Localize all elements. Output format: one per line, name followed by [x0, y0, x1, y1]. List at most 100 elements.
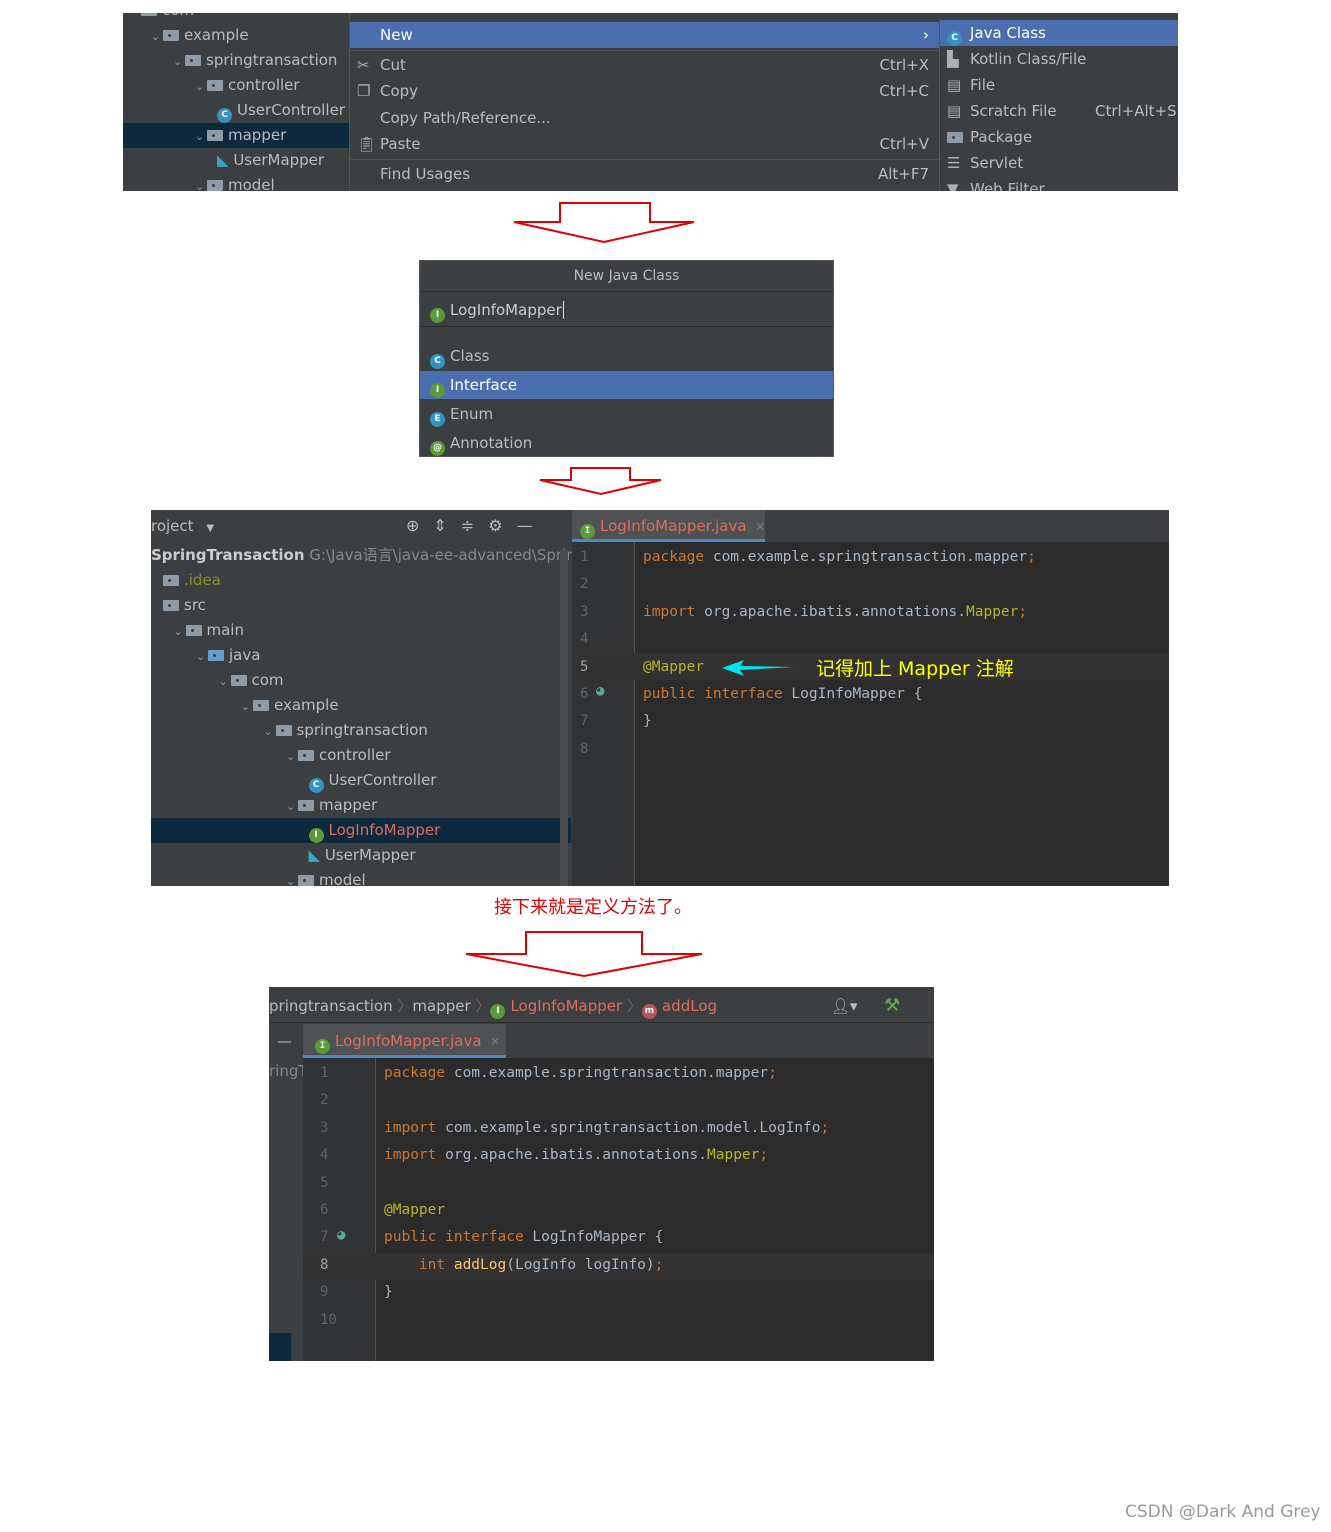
chevron-down-icon[interactable]: ⌄	[286, 869, 298, 886]
close-icon[interactable]: ×	[491, 1032, 500, 1050]
tab-loginfomapper[interactable]: I LogInfoMapper.java ×	[303, 1024, 506, 1058]
tree-item-label: model	[319, 871, 366, 886]
user-icon[interactable]: 👤︎▾	[831, 987, 858, 1025]
code-token: ;	[820, 1119, 830, 1136]
code-token: ;	[654, 1256, 664, 1273]
code-token: import	[643, 603, 696, 620]
code-token: Mapper	[707, 1147, 760, 1164]
code-line: package com.example.springtransaction.ma…	[643, 544, 1036, 571]
collapse-all-icon: ≑	[460, 516, 489, 535]
annotation-note: 记得加上 Mapper 注解	[816, 658, 1014, 680]
tree-item[interactable]: ⌄ model	[151, 868, 571, 886]
chevron-down-icon[interactable]: ⌄	[196, 644, 208, 669]
pointer-arrow	[722, 660, 794, 676]
kind-option-enum[interactable]: E Enum	[420, 400, 833, 428]
tree-scrollbar[interactable]	[560, 550, 568, 886]
editor: I LogInfoMapper.java × 1 package com.examp…	[303, 1024, 934, 1361]
tree-item[interactable]: ⌄ java	[151, 643, 571, 668]
kind-option-interface[interactable]: I Interface	[420, 371, 833, 399]
code-line: }	[384, 1279, 393, 1306]
code-token: Mapper	[966, 603, 1019, 620]
expand-all-icon: ⇕	[433, 516, 461, 535]
tree-item[interactable]: ⌄ springtransaction	[151, 718, 571, 743]
chevron-down-icon[interactable]: ⌄	[264, 719, 276, 744]
kind-option-class[interactable]: C Class	[420, 342, 833, 370]
folder-icon	[163, 600, 179, 611]
folder-icon	[230, 675, 247, 686]
tree-item-label: LogInfoMapper	[328, 821, 441, 839]
code-line: @Mapper	[384, 1197, 445, 1224]
down-arrow-2	[539, 467, 662, 496]
editor: I LogInfoMapper.java × 1 package com.examp…	[572, 510, 1169, 886]
tree-item[interactable]: ⌄ com	[151, 668, 571, 693]
code-token: ;	[768, 1065, 777, 1081]
line-number: 3	[320, 1119, 329, 1136]
line-number: 1	[320, 1065, 329, 1081]
interface-icon: I	[308, 828, 324, 843]
caption: 接下来就是定义方法了。	[494, 897, 692, 918]
chevron-down-icon[interactable]: ⌄	[286, 794, 298, 819]
code-area[interactable]: 1 package com.example.springtransaction.m…	[572, 544, 1169, 886]
project-tree: .idea src ⌄ main ⌄ java ⌄ com ⌄ example ⌄ springtra…	[151, 568, 571, 886]
toolbar-icons[interactable]: ⊕⇕≑⚙—	[406, 510, 547, 542]
watermark: CSDN @Dark And Grey	[1125, 1502, 1321, 1522]
project-root[interactable]: SpringTransaction G:\Java语言\java-ee-adva…	[151, 543, 594, 568]
line-number: 6	[320, 1202, 329, 1218]
tree-item[interactable]: C UserController	[151, 768, 571, 793]
tree-item[interactable]: I LogInfoMapper	[151, 818, 571, 843]
line-number: 5	[320, 1174, 329, 1191]
tree-item[interactable]: .idea	[151, 568, 571, 593]
dropdown-icon[interactable]: ▼	[206, 523, 214, 534]
tab-loginfomapper[interactable]: I LogInfoMapper.java ×	[572, 510, 765, 542]
tree-item[interactable]: ◣ UserMapper	[151, 843, 571, 868]
chevron-down-icon[interactable]: ⌄	[241, 694, 253, 719]
tree-item[interactable]: src	[151, 593, 571, 618]
code-token: com.example.springtransaction.mapper	[704, 549, 1028, 565]
code-token: com.example.springtransaction.mapper	[445, 1065, 769, 1081]
breadcrumb-item[interactable]: pringtransaction	[269, 997, 393, 1015]
line-number: 7	[580, 713, 589, 730]
code-token: public interface	[384, 1229, 524, 1246]
line-number: 2	[320, 1092, 329, 1109]
breadcrumb-item[interactable]: addLog	[662, 997, 717, 1015]
code-area[interactable]: 1 package com.example.springtransaction.m…	[303, 1060, 934, 1361]
tree-item[interactable]: ⌄ mapper	[151, 793, 571, 818]
folder-icon	[298, 750, 314, 761]
option-label: Annotation	[450, 434, 533, 452]
breadcrumb-item[interactable]: mapper	[412, 997, 470, 1015]
folder-icon	[298, 875, 314, 886]
code-line: }	[643, 708, 652, 735]
minimize-icon[interactable]: —	[277, 1024, 292, 1058]
code-token: @Mapper	[384, 1202, 446, 1218]
code-token: ;	[1018, 603, 1028, 620]
kind-option-annotation[interactable]: @ Annotation	[420, 429, 833, 456]
tree-item-label: UserController	[328, 771, 437, 789]
breadcrumb-item[interactable]: LogInfoMapper	[510, 997, 622, 1015]
project-view-label[interactable]: roject	[151, 517, 194, 535]
class-name-input[interactable]: I LogInfoMapper​	[420, 293, 833, 327]
code-token: LogInfoMapper {	[523, 1229, 664, 1246]
method-icon: m	[641, 1004, 657, 1019]
code-token: int	[384, 1256, 454, 1273]
interface-icon: I	[490, 1004, 506, 1019]
tree-item[interactable]: ⌄ example	[151, 693, 571, 718]
tree-item[interactable]: ⌄ main	[151, 618, 571, 643]
interface-icon: I	[430, 308, 445, 323]
tree-item-label: src	[184, 596, 206, 614]
line-number: 3	[580, 603, 589, 620]
tab-label: LogInfoMapper.java	[335, 1032, 482, 1050]
chevron-down-icon[interactable]: ⌄	[174, 619, 186, 644]
ide-window-2: pringtransaction 〉mapper 〉 I LogInfoMapper…	[269, 987, 934, 1361]
enum-icon: E	[430, 412, 445, 427]
close-icon[interactable]: ×	[756, 517, 765, 535]
new-java-class-dialog: New Java Class I LogInfoMapper​ C Class I In…	[419, 260, 834, 457]
tree-item-label: controller	[319, 746, 391, 764]
down-arrow-3	[465, 931, 703, 978]
mybatis-icon: ◣	[308, 846, 325, 864]
code-line: public interface LogInfoMapper {	[384, 1224, 663, 1251]
tree-item[interactable]: ⌄ controller	[151, 743, 571, 768]
chevron-down-icon[interactable]: ⌄	[286, 744, 298, 769]
input-value: LogInfoMapper	[450, 301, 562, 319]
build-hammer-icon[interactable]: ⚒	[884, 987, 900, 1025]
chevron-down-icon[interactable]: ⌄	[219, 669, 231, 694]
